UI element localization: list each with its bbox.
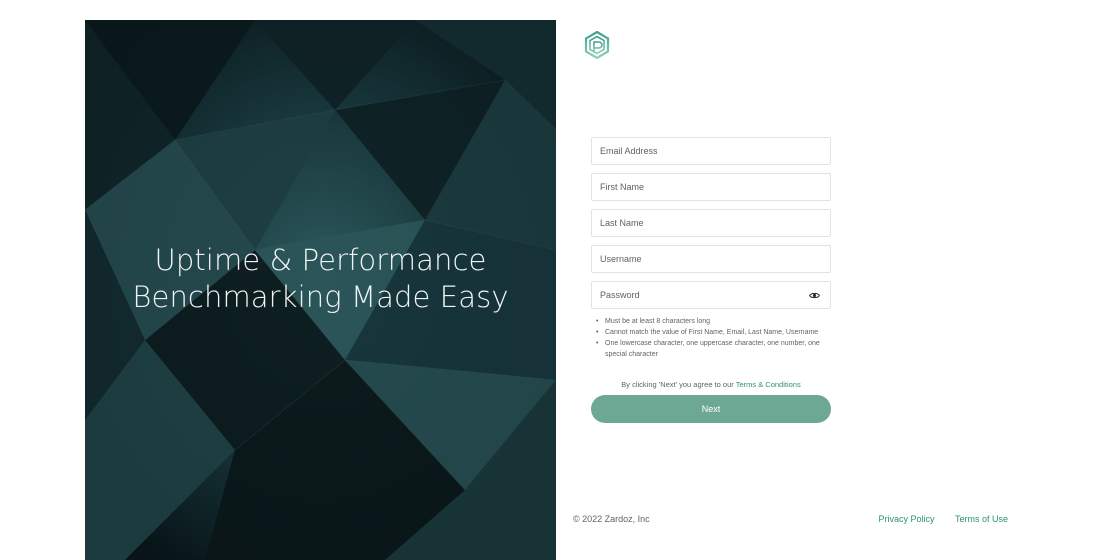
password-field[interactable] (591, 281, 831, 309)
email-input[interactable] (600, 146, 822, 156)
last-name-field[interactable] (591, 209, 831, 237)
last-name-input[interactable] (600, 218, 822, 228)
hexagon-logo-icon (584, 31, 610, 59)
username-field[interactable] (591, 245, 831, 273)
copyright: © 2022 Zardoz, Inc (573, 514, 650, 524)
hero-title-line-1: Uptime & Performance (154, 243, 487, 277)
hero-panel: Uptime & Performance Benchmarking Made E… (85, 20, 556, 560)
password-rule-match: Cannot match the value of First Name, Em… (596, 327, 833, 338)
eye-icon[interactable] (809, 291, 820, 300)
username-input[interactable] (600, 254, 822, 264)
signup-form: Must be at least 8 characters long Canno… (591, 137, 831, 423)
password-rules: Must be at least 8 characters long Canno… (591, 316, 833, 360)
next-button[interactable]: Next (591, 395, 831, 423)
privacy-policy-link[interactable]: Privacy Policy (878, 514, 934, 524)
hero-title-line-2: Benchmarking Made Easy (132, 280, 509, 314)
first-name-input[interactable] (600, 182, 822, 192)
password-input[interactable] (600, 290, 822, 300)
terms-of-use-link[interactable]: Terms of Use (955, 514, 1008, 524)
footer-links: Privacy Policy Terms of Use (860, 514, 1008, 524)
terms-conditions-link[interactable]: Terms & Conditions (736, 380, 801, 389)
password-rule-length: Must be at least 8 characters long (596, 316, 833, 327)
first-name-field[interactable] (591, 173, 831, 201)
email-field[interactable] (591, 137, 831, 165)
terms-agreement: By clicking 'Next' you agree to our Term… (591, 380, 831, 389)
hero-title: Uptime & Performance Benchmarking Made E… (85, 242, 556, 316)
terms-agreement-text: By clicking 'Next' you agree to our (621, 380, 736, 389)
password-rule-characters: One lowercase character, one uppercase c… (596, 338, 833, 360)
